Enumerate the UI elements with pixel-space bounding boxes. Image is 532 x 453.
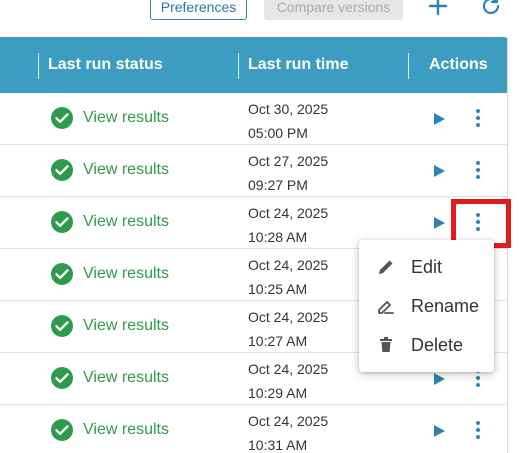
refresh-icon[interactable] — [479, 0, 503, 18]
success-check-icon — [50, 158, 74, 182]
header-last-run-time[interactable]: Last run time — [248, 37, 348, 93]
run-play-icon[interactable] — [432, 372, 446, 386]
run-time: 05:00 PM — [248, 125, 308, 141]
column-divider — [38, 53, 39, 79]
last-run-time-cell: Oct 24, 2025 10:29 AM — [248, 357, 328, 405]
more-actions-kebab-icon[interactable] — [470, 106, 486, 130]
status-cell: View results — [50, 262, 169, 286]
run-date: Oct 24, 2025 — [248, 257, 329, 273]
last-run-time-cell: Oct 27, 2025 09:27 PM — [248, 149, 328, 197]
status-cell: View results — [50, 366, 169, 390]
run-play-icon[interactable] — [432, 424, 446, 438]
table-row: View results Oct 30, 2025 05:00 PM — [0, 93, 507, 145]
status-cell: View results — [50, 106, 169, 130]
compare-versions-label: Compare versions — [276, 0, 391, 15]
view-results-link[interactable]: View results — [83, 161, 169, 179]
compare-versions-button: Compare versions — [264, 0, 403, 20]
view-results-link[interactable]: View results — [83, 265, 169, 283]
menu-item-label: Delete — [411, 334, 464, 355]
table-header: Last run status Last run time Actions — [0, 37, 507, 93]
run-date: Oct 30, 2025 — [248, 101, 329, 117]
menu-item-label: Edit — [411, 256, 443, 277]
header-last-run-status[interactable]: Last run status — [48, 37, 163, 93]
run-play-icon[interactable] — [432, 216, 446, 230]
view-results-link[interactable]: View results — [83, 369, 169, 387]
run-date: Oct 24, 2025 — [248, 205, 329, 221]
view-results-link[interactable]: View results — [83, 421, 169, 439]
run-time: 10:31 AM — [248, 437, 308, 453]
run-time: 09:27 PM — [248, 177, 308, 193]
preferences-button[interactable]: Preferences — [150, 0, 247, 20]
status-cell: View results — [50, 158, 169, 182]
run-time: 10:25 AM — [248, 281, 308, 297]
more-actions-kebab-icon[interactable] — [470, 418, 486, 442]
column-divider — [238, 53, 239, 79]
run-play-icon[interactable] — [432, 164, 446, 178]
success-check-icon — [50, 210, 74, 234]
run-date: Oct 27, 2025 — [248, 153, 329, 169]
run-date: Oct 24, 2025 — [248, 413, 329, 429]
success-check-icon — [50, 262, 74, 286]
status-cell: View results — [50, 418, 169, 442]
run-time: 10:29 AM — [248, 385, 308, 401]
menu-item-rename[interactable]: Rename — [359, 287, 494, 325]
page: Preferences Compare versions Last run st… — [0, 0, 532, 453]
run-time: 10:27 AM — [248, 333, 308, 349]
preferences-label: Preferences — [160, 0, 237, 15]
last-run-time-cell: Oct 24, 2025 10:27 AM — [248, 305, 328, 353]
pencil-icon — [376, 257, 396, 277]
rename-icon — [376, 296, 396, 316]
success-check-icon — [50, 106, 74, 130]
run-time: 10:28 AM — [248, 229, 308, 245]
view-results-link[interactable]: View results — [83, 317, 169, 335]
success-check-icon — [50, 366, 74, 390]
table-row: View results Oct 24, 2025 10:31 AM — [0, 405, 507, 453]
menu-item-delete[interactable]: Delete — [359, 326, 494, 364]
more-actions-kebab-icon[interactable] — [470, 158, 486, 182]
last-run-time-cell: Oct 24, 2025 10:25 AM — [248, 253, 328, 301]
success-check-icon — [50, 418, 74, 442]
trash-icon — [376, 335, 396, 355]
row-actions-menu: Edit Rename Delete — [359, 240, 494, 372]
view-results-link[interactable]: View results — [83, 109, 169, 127]
column-divider — [408, 53, 409, 79]
menu-item-edit[interactable]: Edit — [359, 248, 494, 286]
success-check-icon — [50, 314, 74, 338]
run-date: Oct 24, 2025 — [248, 309, 329, 325]
last-run-time-cell: Oct 30, 2025 05:00 PM — [248, 97, 328, 145]
header-actions: Actions — [429, 56, 488, 73]
status-cell: View results — [50, 210, 169, 234]
run-play-icon[interactable] — [432, 112, 446, 126]
status-cell: View results — [50, 314, 169, 338]
plus-icon[interactable] — [426, 0, 450, 18]
menu-item-label: Rename — [411, 295, 480, 316]
view-results-link[interactable]: View results — [83, 213, 169, 231]
last-run-time-cell: Oct 24, 2025 10:31 AM — [248, 409, 328, 453]
last-run-time-cell: Oct 24, 2025 10:28 AM — [248, 201, 328, 249]
run-date: Oct 24, 2025 — [248, 361, 329, 377]
table-row: View results Oct 27, 2025 09:27 PM — [0, 145, 507, 197]
